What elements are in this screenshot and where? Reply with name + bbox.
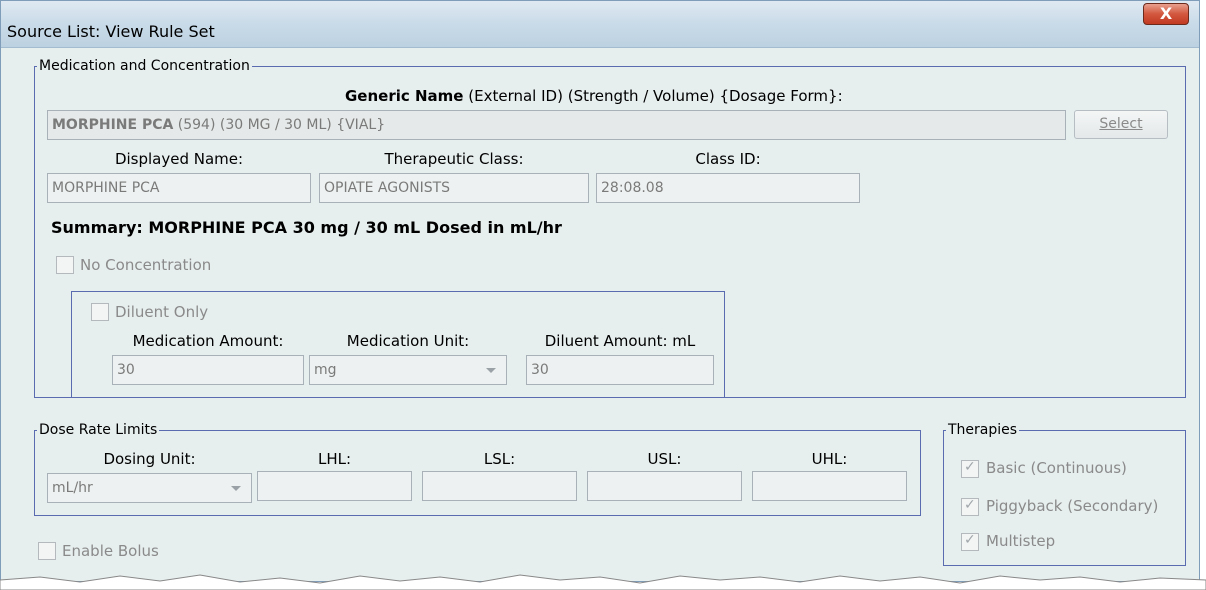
medication-amount-label: Medication Amount:: [132, 332, 284, 350]
enable-bolus-label: Enable Bolus: [62, 542, 159, 560]
generic-name-value-bold: MORPHINE PCA: [52, 117, 174, 133]
dialog-content: Medication and Concentration Generic Nam…: [1, 48, 1199, 581]
select-button[interactable]: Select: [1074, 110, 1168, 139]
dropdown-arrow-icon: [231, 486, 241, 491]
select-button-label: Select: [1099, 116, 1143, 132]
class-id-label: Class ID:: [695, 150, 761, 168]
no-concentration-label: No Concentration: [80, 256, 212, 274]
basic-continuous-label: Basic (Continuous): [986, 459, 1127, 477]
usl-label: USL:: [647, 450, 682, 468]
lhl-field[interactable]: [257, 471, 412, 501]
piggyback-secondary-checkbox[interactable]: [961, 497, 979, 516]
displayed-name-field[interactable]: MORPHINE PCA: [47, 173, 311, 203]
displayed-name-label: Displayed Name:: [114, 150, 244, 168]
torn-edge-decoration: [0, 574, 1206, 590]
no-concentration-checkbox[interactable]: [56, 256, 74, 274]
summary-text: Summary: MORPHINE PCA 30 mg / 30 mL Dose…: [51, 218, 562, 237]
dosing-unit-select[interactable]: mL/hr: [47, 473, 252, 503]
piggyback-secondary-label: Piggyback (Secondary): [986, 497, 1159, 515]
medication-group-legend: Medication and Concentration: [39, 58, 250, 74]
therapeutic-class-label: Therapeutic Class:: [384, 150, 524, 168]
generic-name-field[interactable]: MORPHINE PCA (594) (30 MG / 30 ML) {VIAL…: [47, 110, 1066, 140]
generic-name-header-rest: (External ID) (Strength / Volume) {Dosag…: [468, 87, 843, 105]
close-button[interactable]: X: [1143, 3, 1189, 25]
therapies-group: Therapies: [943, 422, 1186, 566]
diluent-amount-label: Diluent Amount: mL: [544, 332, 696, 350]
dropdown-arrow-icon: [486, 368, 496, 373]
generic-name-header: Generic Name (External ID) (Strength / V…: [345, 87, 843, 105]
therapeutic-class-field[interactable]: OPIATE AGONISTS: [319, 173, 589, 203]
basic-continuous-checkbox[interactable]: [961, 459, 979, 478]
medication-amount-field[interactable]: 30: [112, 355, 304, 385]
dose-rate-legend: Dose Rate Limits: [39, 422, 158, 438]
diluent-only-checkbox[interactable]: [91, 303, 109, 321]
uhl-field[interactable]: [752, 471, 907, 501]
view-rule-set-dialog: Source List: View Rule Set X Medication …: [0, 0, 1200, 582]
lsl-field[interactable]: [422, 471, 577, 501]
window-title: Source List: View Rule Set: [7, 22, 215, 41]
enable-bolus-checkbox[interactable]: [38, 542, 56, 560]
uhl-label: UHL:: [811, 450, 848, 468]
title-bar[interactable]: Source List: View Rule Set X: [1, 1, 1199, 48]
usl-field[interactable]: [587, 471, 742, 501]
multistep-label: Multistep: [986, 532, 1056, 550]
medication-unit-select[interactable]: mg: [309, 355, 507, 385]
medication-unit-label: Medication Unit:: [346, 332, 470, 350]
diluent-amount-field[interactable]: 30: [526, 355, 714, 385]
diluent-only-label: Diluent Only: [115, 303, 209, 321]
dosing-unit-label: Dosing Unit:: [103, 450, 196, 468]
medication-unit-value: mg: [314, 362, 337, 378]
close-icon: X: [1159, 4, 1173, 23]
lhl-label: LHL:: [317, 450, 352, 468]
generic-name-header-bold: Generic Name: [345, 87, 464, 105]
lsl-label: LSL:: [483, 450, 516, 468]
dosing-unit-value: mL/hr: [52, 480, 93, 496]
multistep-checkbox[interactable]: [961, 532, 979, 551]
class-id-field[interactable]: 28:08.08: [596, 173, 860, 203]
therapies-legend: Therapies: [948, 422, 1018, 438]
generic-name-value-rest: (594) (30 MG / 30 ML) {VIAL}: [173, 117, 386, 133]
